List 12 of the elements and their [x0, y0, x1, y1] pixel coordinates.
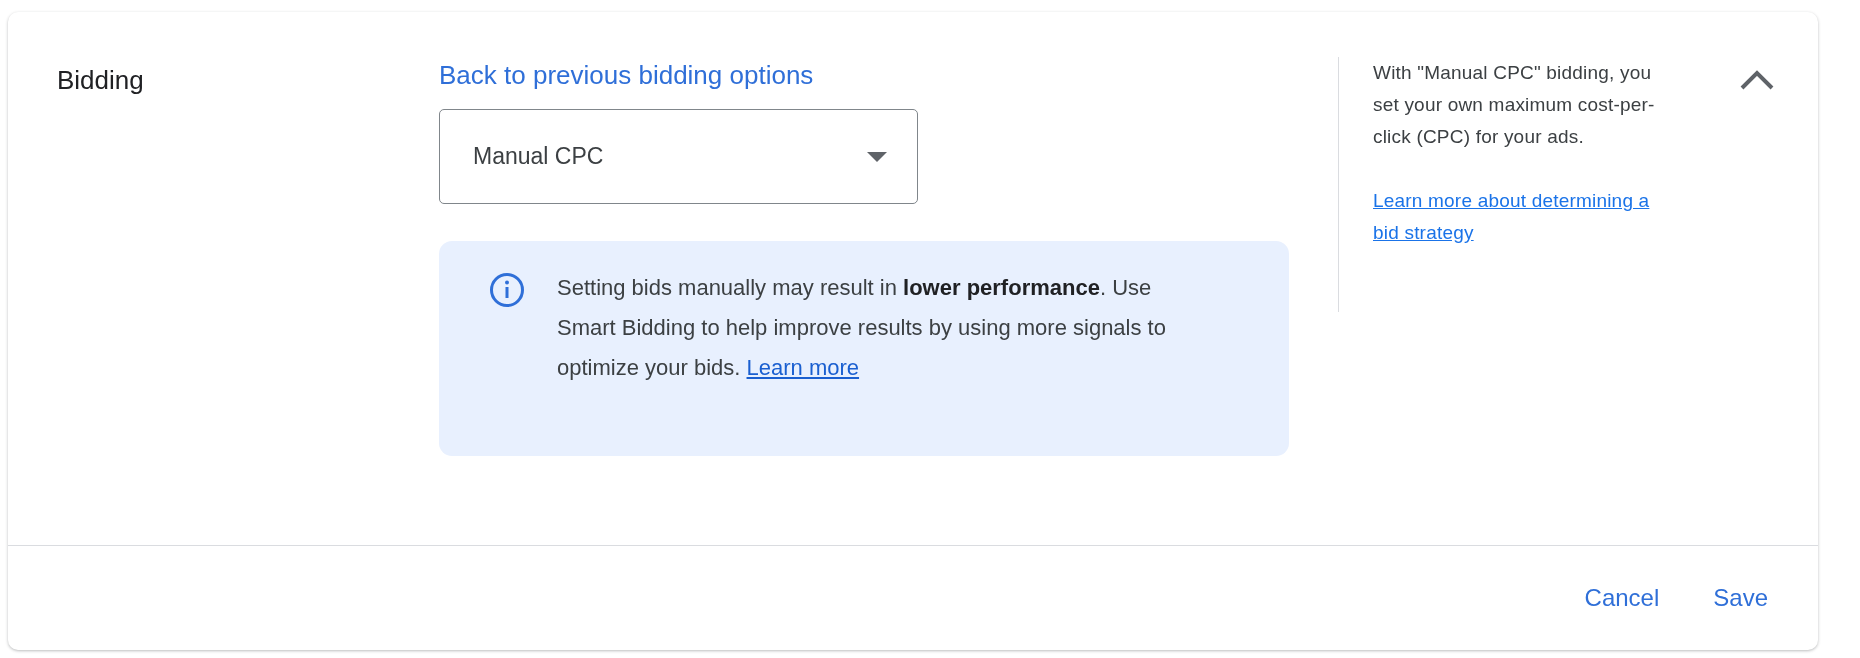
- notice-text: Setting bids manually may result in lower performance. Use Smart Bidding to help improve results by using more signals to optimize your bids. Learn more: [557, 274, 1167, 382]
- info-icon: [489, 272, 525, 308]
- section-title: Bidding: [57, 64, 145, 96]
- back-link[interactable]: Back to previous bidding options: [439, 58, 814, 92]
- help-link[interactable]: Learn more about determining a bid strategy: [1373, 185, 1673, 249]
- collapse-button[interactable]: [1739, 68, 1775, 92]
- caret-icon: [867, 151, 887, 162]
- help-text: With "Manual CPC" bidding, you set your own maximum cost-per-click (CPC) for your ads.: [1373, 61, 1656, 149]
- strategy-dropdown[interactable]: Manual CPC: [439, 109, 918, 204]
- text-button[interactable]: Cancel: [1584, 584, 1660, 612]
- learn-more-link[interactable]: Learn more: [746, 355, 860, 380]
- text-button[interactable]: Save: [1713, 584, 1768, 612]
